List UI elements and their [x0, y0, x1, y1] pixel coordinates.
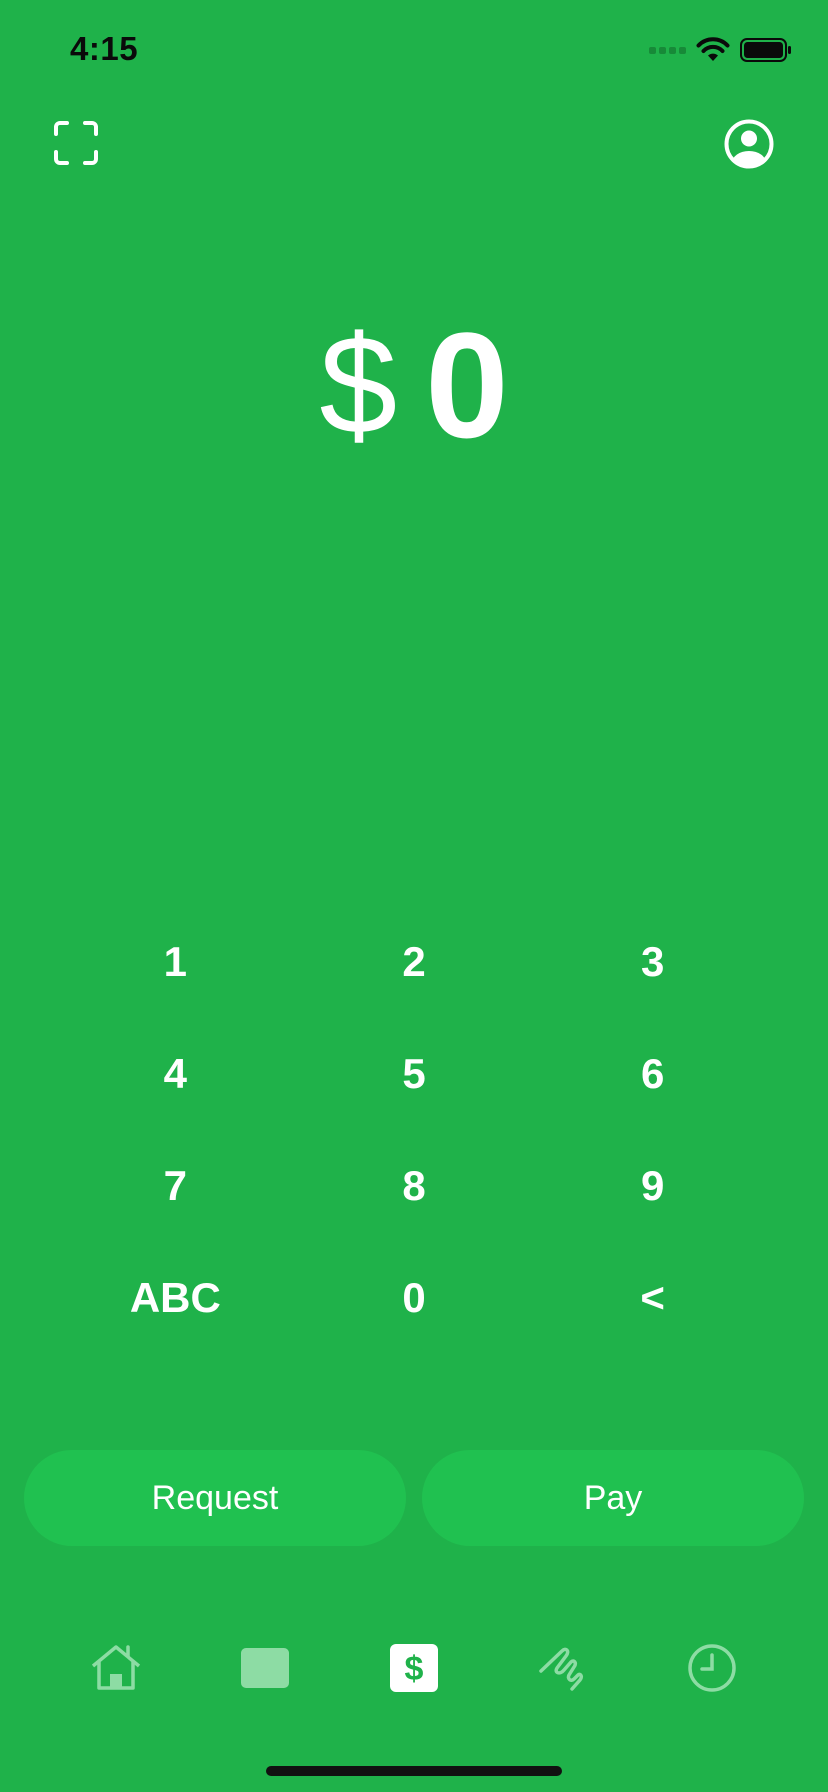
investing-icon[interactable] [535, 1640, 591, 1696]
key-backspace[interactable]: < [533, 1242, 772, 1354]
activity-clock-icon[interactable] [684, 1640, 740, 1696]
action-buttons: Request Pay [24, 1450, 804, 1546]
qr-scan-icon[interactable] [54, 121, 98, 165]
key-4[interactable]: 4 [56, 1018, 295, 1130]
cellular-signal-icon [649, 46, 686, 54]
key-6[interactable]: 6 [533, 1018, 772, 1130]
battery-icon [740, 38, 791, 62]
amount-display: $ 0 [0, 310, 828, 460]
wifi-icon [696, 37, 730, 61]
key-5[interactable]: 5 [295, 1018, 534, 1130]
tab-bar: $ [88, 1640, 740, 1696]
key-9[interactable]: 9 [533, 1130, 772, 1242]
keypad: 1 2 3 4 5 6 7 8 9 ABC 0 < [56, 906, 772, 1354]
amount-value: 0 [425, 301, 509, 469]
key-abc[interactable]: ABC [56, 1242, 295, 1354]
key-2[interactable]: 2 [295, 906, 534, 1018]
currency-symbol: $ [319, 306, 398, 463]
status-icons [649, 36, 792, 64]
request-button[interactable]: Request [24, 1450, 406, 1546]
card-icon[interactable] [237, 1640, 293, 1696]
key-8[interactable]: 8 [295, 1130, 534, 1242]
home-indicator[interactable] [266, 1766, 562, 1776]
pay-button[interactable]: Pay [422, 1450, 804, 1546]
key-3[interactable]: 3 [533, 906, 772, 1018]
payment-screen: 4:15 $ 0 1 2 3 4 5 6 7 8 9 ABC 0 < Reque… [0, 0, 828, 1792]
svg-text:$: $ [405, 1650, 424, 1688]
home-icon[interactable] [88, 1640, 144, 1696]
key-7[interactable]: 7 [56, 1130, 295, 1242]
status-time: 4:15 [70, 30, 139, 67]
key-1[interactable]: 1 [56, 906, 295, 1018]
profile-icon[interactable] [724, 119, 774, 169]
dollar-icon[interactable]: $ [386, 1640, 442, 1696]
key-0[interactable]: 0 [295, 1242, 534, 1354]
